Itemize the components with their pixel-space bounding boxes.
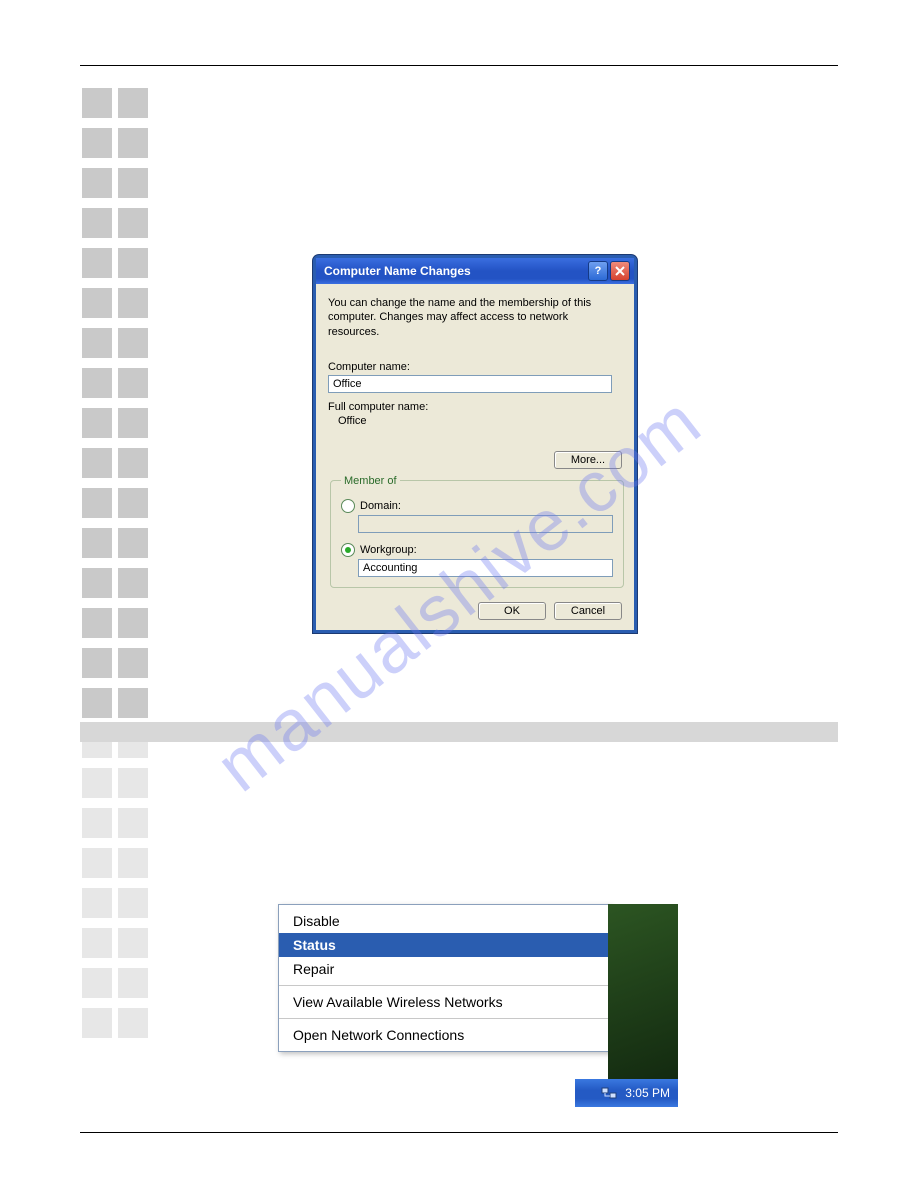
network-tray-icon[interactable] xyxy=(601,1085,617,1101)
computer-name-changes-dialog: Computer Name Changes ? You can change t… xyxy=(313,255,637,633)
menu-item-repair[interactable]: Repair xyxy=(279,957,609,981)
section-divider-band xyxy=(80,722,838,742)
dialog-description: You can change the name and the membersh… xyxy=(328,296,622,339)
full-computer-name-value: Office xyxy=(328,415,622,427)
domain-radio[interactable] xyxy=(341,499,355,513)
ok-button[interactable]: OK xyxy=(478,602,546,620)
domain-input xyxy=(358,515,613,533)
close-icon xyxy=(615,266,625,276)
taskbar: 3:05 PM xyxy=(575,1079,678,1107)
menu-item-open-connections[interactable]: Open Network Connections xyxy=(279,1023,609,1047)
top-rule xyxy=(80,65,838,66)
full-computer-name-label: Full computer name: xyxy=(328,401,622,413)
computer-name-input[interactable] xyxy=(328,375,612,393)
menu-item-status[interactable]: Status xyxy=(279,933,609,957)
computer-name-label: Computer name: xyxy=(328,361,622,373)
more-button[interactable]: More... xyxy=(554,451,622,469)
help-button[interactable]: ? xyxy=(588,261,608,281)
cancel-button[interactable]: Cancel xyxy=(554,602,622,620)
decorative-sidebar-blocks xyxy=(82,88,148,1048)
member-of-legend: Member of xyxy=(341,475,400,487)
bottom-rule xyxy=(80,1132,838,1133)
dialog-title: Computer Name Changes xyxy=(324,264,471,278)
workgroup-input[interactable] xyxy=(358,559,613,577)
menu-item-view-networks[interactable]: View Available Wireless Networks xyxy=(279,990,609,1014)
taskbar-clock: 3:05 PM xyxy=(625,1086,670,1100)
network-context-menu: Disable Status Repair View Available Wir… xyxy=(278,904,610,1052)
document-page: Computer Name Changes ? You can change t… xyxy=(0,0,918,1188)
menu-item-disable[interactable]: Disable xyxy=(279,909,609,933)
member-of-group: Member of Domain: Workgroup: xyxy=(330,475,624,588)
dialog-titlebar[interactable]: Computer Name Changes ? xyxy=(316,258,634,284)
domain-radio-label: Domain: xyxy=(360,500,401,512)
workgroup-radio-label: Workgroup: xyxy=(360,544,417,556)
desktop-background-strip xyxy=(608,904,678,1079)
tray-area: Disable Status Repair View Available Wir… xyxy=(278,904,678,1052)
close-button[interactable] xyxy=(610,261,630,281)
workgroup-radio[interactable] xyxy=(341,543,355,557)
